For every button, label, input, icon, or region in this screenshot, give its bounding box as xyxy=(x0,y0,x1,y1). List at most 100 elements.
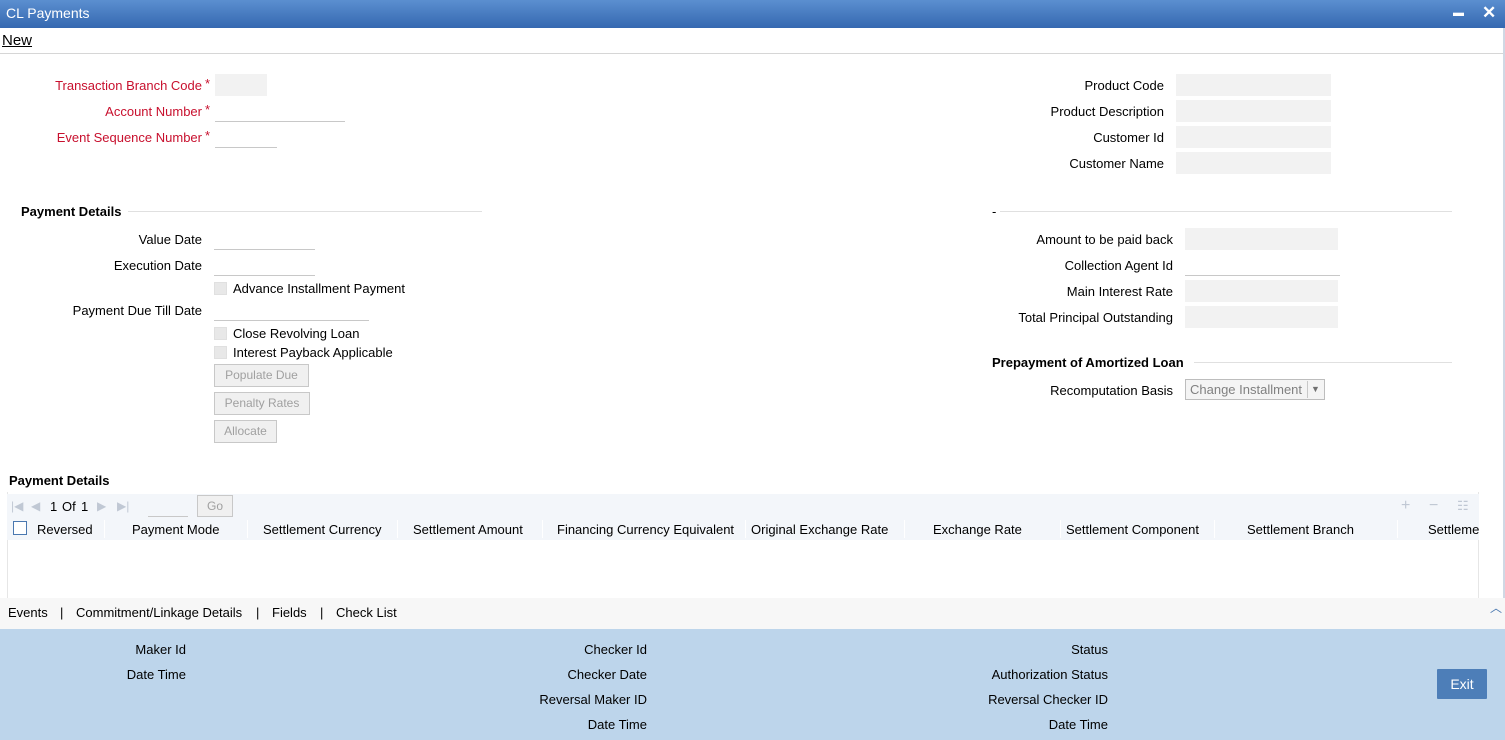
chevron-down-icon: ▼ xyxy=(1307,381,1323,398)
main-interest-label: Main Interest Rate xyxy=(1066,284,1173,299)
last-page-icon[interactable]: ▶| xyxy=(117,499,129,513)
column-separator xyxy=(397,520,398,538)
customer-name-label: Customer Name xyxy=(1069,156,1164,171)
column-separator xyxy=(1214,520,1215,538)
payment-details-title: Payment Details xyxy=(21,204,122,219)
new-link[interactable]: New xyxy=(2,32,32,49)
prev-page-icon[interactable]: ◀ xyxy=(31,499,40,513)
required-marker: * xyxy=(205,128,211,143)
payment-due-till-label: Payment Due Till Date xyxy=(72,303,202,318)
grid-title: Payment Details xyxy=(9,473,110,488)
go-button[interactable]: Go xyxy=(197,495,233,517)
total-principal-field xyxy=(1185,306,1338,328)
reversal-maker-label: Reversal Maker ID xyxy=(539,692,647,707)
interest-payback-label: Interest Payback Applicable xyxy=(233,345,393,360)
column-header[interactable]: Original Exchange Rate xyxy=(751,522,888,537)
product-desc-field xyxy=(1176,100,1331,122)
populate-due-button[interactable]: Populate Due xyxy=(214,364,309,387)
page-current: 1 xyxy=(50,499,58,514)
amount-paid-back-label: Amount to be paid back xyxy=(1036,232,1173,247)
menu-divider xyxy=(0,53,1505,54)
reversal-checker-label: Reversal Checker ID xyxy=(988,692,1108,707)
value-date-label: Value Date xyxy=(138,232,202,247)
tab-events[interactable]: Events xyxy=(8,605,48,620)
single-view-icon[interactable]: ☷ xyxy=(1457,498,1469,514)
column-header[interactable]: Reversed xyxy=(37,522,93,537)
grid-pager: |◀ ◀ 1 Of 1 ▶ ▶| Go + − ☷ xyxy=(7,494,1479,518)
maker-id-label: Maker Id xyxy=(135,642,186,657)
tab-fields[interactable]: Fields xyxy=(272,605,307,620)
column-separator xyxy=(104,520,105,538)
date-time-label: Date Time xyxy=(1048,717,1108,732)
next-page-icon[interactable]: ▶ xyxy=(97,499,106,513)
required-marker: * xyxy=(205,102,211,117)
column-separator xyxy=(1397,520,1398,538)
collapse-icon[interactable]: ︿ xyxy=(1490,599,1502,616)
penalty-rates-button[interactable]: Penalty Rates xyxy=(214,392,310,415)
product-desc-label: Product Description xyxy=(1050,104,1164,119)
first-page-icon[interactable]: |◀ xyxy=(11,499,23,513)
page-of: Of xyxy=(62,499,76,514)
close-revolving-checkbox[interactable] xyxy=(214,327,227,340)
column-separator xyxy=(247,520,248,538)
column-header[interactable]: Exchange Rate xyxy=(933,522,1022,537)
collection-agent-label: Collection Agent Id xyxy=(1064,258,1173,273)
right-section-title: - xyxy=(992,204,997,219)
column-header[interactable]: Settlement Currency xyxy=(263,522,382,537)
product-code-field xyxy=(1176,74,1331,96)
account-number-label: Account Number xyxy=(105,104,202,119)
minimize-icon[interactable]: ▬ xyxy=(1453,7,1464,19)
column-separator xyxy=(904,520,905,538)
customer-name-field xyxy=(1176,152,1331,174)
advance-installment-checkbox[interactable] xyxy=(214,282,227,295)
collection-agent-field[interactable] xyxy=(1185,254,1340,276)
status-label: Status xyxy=(1071,642,1108,657)
column-header[interactable]: Settlement Amount xyxy=(413,522,523,537)
allocate-button[interactable]: Allocate xyxy=(214,420,277,443)
prepayment-title: Prepayment of Amortized Loan xyxy=(992,355,1184,370)
authorization-status-label: Authorization Status xyxy=(991,667,1108,682)
column-separator xyxy=(1060,520,1061,538)
execution-date-label: Execution Date xyxy=(113,258,202,273)
select-all-checkbox[interactable] xyxy=(13,521,27,535)
tab-separator: | xyxy=(256,605,260,620)
payment-due-till-field[interactable] xyxy=(214,299,369,321)
interest-payback-checkbox[interactable] xyxy=(214,346,227,359)
recomputation-value: Change Installment xyxy=(1190,382,1303,397)
checker-date-label: Checker Date xyxy=(567,667,647,682)
checker-id-label: Checker Id xyxy=(584,642,647,657)
execution-date-field[interactable] xyxy=(214,254,315,276)
column-header[interactable]: Settleme xyxy=(1428,522,1479,537)
close-icon[interactable]: ✕ xyxy=(1482,3,1496,23)
value-date-field[interactable] xyxy=(214,228,315,250)
recomputation-select[interactable]: Change Installment ▼ xyxy=(1185,379,1325,400)
page-number-input[interactable] xyxy=(148,497,188,517)
event-seq-label: Event Sequence Number xyxy=(56,130,202,145)
window-titlebar: CL Payments ▬ ✕ xyxy=(0,0,1505,28)
add-row-icon[interactable]: + xyxy=(1401,497,1410,515)
column-separator xyxy=(745,520,746,538)
column-header[interactable]: Settlement Branch xyxy=(1247,522,1354,537)
event-seq-field[interactable] xyxy=(215,126,277,148)
close-revolving-label: Close Revolving Loan xyxy=(233,326,360,341)
section-divider xyxy=(128,211,482,212)
product-code-label: Product Code xyxy=(1084,78,1165,93)
account-number-field[interactable] xyxy=(215,100,345,122)
audit-footer: Maker Id Date Time Checker Id Checker Da… xyxy=(0,629,1505,740)
column-header[interactable]: Settlement Component xyxy=(1066,522,1199,537)
amount-paid-back-field xyxy=(1185,228,1338,250)
branch-code-field[interactable] xyxy=(215,74,267,96)
date-time-label: Date Time xyxy=(587,717,647,732)
column-header[interactable]: Payment Mode xyxy=(132,522,219,537)
tab-commitment-linkage[interactable]: Commitment/Linkage Details xyxy=(76,605,242,620)
column-header[interactable]: Financing Currency Equivalent xyxy=(557,522,734,537)
recomputation-label: Recomputation Basis xyxy=(1050,383,1173,398)
exit-button[interactable]: Exit xyxy=(1437,669,1487,699)
date-time-label: Date Time xyxy=(126,667,186,682)
section-divider xyxy=(1194,362,1452,363)
customer-id-label: Customer Id xyxy=(1093,130,1164,145)
tab-check-list[interactable]: Check List xyxy=(336,605,397,620)
delete-row-icon[interactable]: − xyxy=(1429,497,1438,515)
customer-id-field xyxy=(1176,126,1331,148)
required-marker: * xyxy=(205,76,211,91)
